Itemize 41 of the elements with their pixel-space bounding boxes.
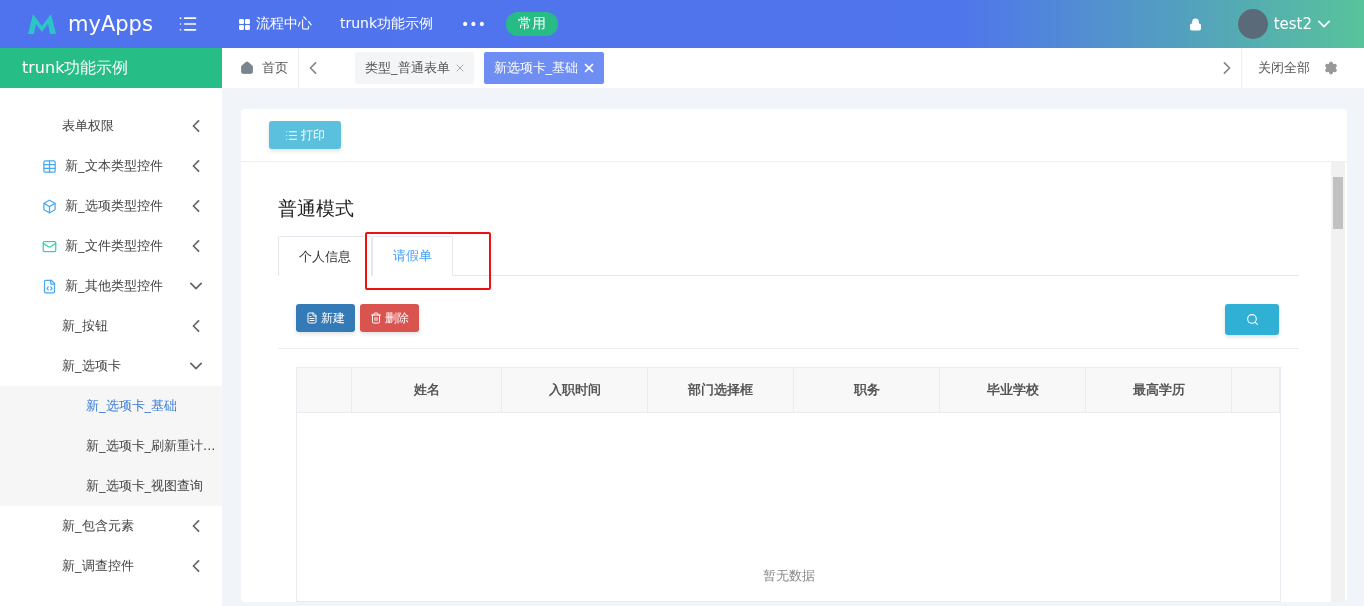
logo-icon	[26, 12, 58, 36]
grid-icon	[238, 17, 251, 31]
list-icon	[285, 128, 298, 142]
column-header: 姓名	[352, 368, 502, 412]
chevron-left-icon	[309, 62, 317, 74]
new-button[interactable]: 新建	[296, 304, 355, 332]
column-header: 职务	[794, 368, 940, 412]
settings-icon	[1324, 61, 1338, 75]
column-header: 最高学历	[1086, 368, 1232, 412]
column-header: 部门选择框	[648, 368, 794, 412]
sidebar-title: trunk功能示例	[0, 48, 222, 88]
sidebar-item[interactable]: 新_选项卡_视图查询	[0, 466, 222, 506]
column-header: 毕业学校	[940, 368, 1086, 412]
menu-toggle-icon[interactable]	[178, 14, 198, 34]
chevron-down-icon	[1318, 20, 1330, 28]
home-icon	[240, 61, 254, 75]
form-title: 普通模式	[278, 196, 355, 221]
cube-icon	[42, 198, 57, 214]
nav-item[interactable]: trunk功能示例	[326, 15, 448, 33]
page-tab[interactable]: 类型_普通表单	[355, 52, 474, 84]
search-button[interactable]	[1225, 304, 1279, 335]
search-icon	[1245, 313, 1259, 326]
form-tab[interactable]: 个人信息	[278, 236, 372, 276]
table-icon	[42, 158, 57, 174]
avatar	[1237, 9, 1268, 39]
delete-button[interactable]: 删除	[360, 304, 419, 332]
code-file-icon	[42, 278, 57, 294]
envelope-icon	[42, 238, 57, 254]
sidebar-item[interactable]: 新_选项卡_基础	[0, 386, 222, 426]
trash-icon	[370, 312, 382, 324]
chevron-right-icon	[1223, 62, 1231, 74]
document-icon	[306, 312, 318, 324]
nav-item[interactable]: 流程中心	[224, 15, 326, 33]
scrollbar[interactable]	[1331, 161, 1345, 602]
lock-icon[interactable]	[1188, 17, 1202, 31]
app-name: myApps	[68, 12, 153, 36]
column-header: 入职时间	[502, 368, 648, 412]
sidebar-item[interactable]: 新_选项卡_刷新重计...	[0, 426, 222, 466]
nav-item[interactable]: •••	[447, 16, 500, 32]
close-icon[interactable]	[582, 61, 596, 75]
empty-message: 暂无数据	[762, 567, 815, 585]
